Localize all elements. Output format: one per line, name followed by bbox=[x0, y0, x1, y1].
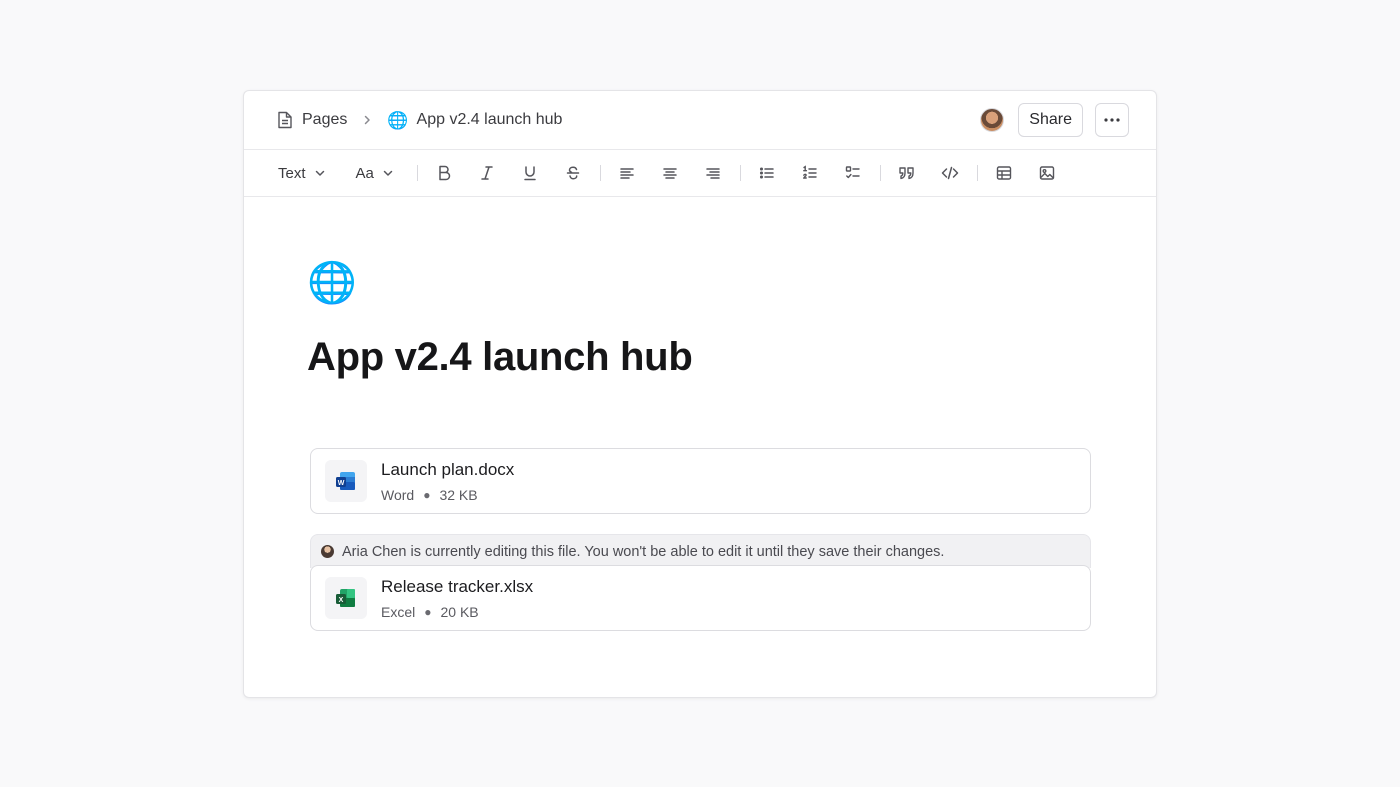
quote-button[interactable] bbox=[886, 158, 929, 188]
page-card: Pages 🌐 App v2.4 launch hub Share Text A… bbox=[243, 90, 1157, 698]
lock-notice-text: Aria Chen is currently editing this file… bbox=[342, 543, 945, 560]
file-type: Excel bbox=[381, 603, 416, 620]
file-card-word[interactable]: W Launch plan.docx Word ● 32 KB bbox=[310, 448, 1091, 514]
breadcrumb-pages[interactable]: Pages bbox=[276, 111, 347, 129]
file-size: 20 KB bbox=[440, 603, 479, 620]
table-icon bbox=[997, 166, 1012, 180]
numbered-list-icon bbox=[803, 165, 818, 179]
avatar[interactable] bbox=[980, 108, 1005, 132]
align-left-button[interactable] bbox=[606, 158, 649, 188]
chevron-down-icon bbox=[315, 170, 324, 176]
align-right-button[interactable] bbox=[692, 158, 735, 188]
avatar bbox=[321, 545, 334, 558]
bullet-list-icon bbox=[760, 167, 775, 179]
text-style-label: Text bbox=[278, 164, 306, 182]
file-meta: Word ● 32 KB bbox=[381, 487, 514, 503]
breadcrumb-page-label: App v2.4 launch hub bbox=[416, 111, 563, 128]
toolbar-divider bbox=[976, 165, 978, 181]
file-card-excel[interactable]: X Release tracker.xlsx Excel ● 20 KB bbox=[310, 565, 1091, 631]
underline-icon bbox=[524, 166, 537, 181]
formatting-toolbar: Text Aa bbox=[244, 150, 1156, 197]
file-meta: Excel ● 20 KB bbox=[381, 604, 533, 620]
page-header: Pages 🌐 App v2.4 launch hub Share bbox=[244, 91, 1156, 150]
code-button[interactable] bbox=[929, 158, 972, 188]
page-content: 🌐 App v2.4 launch hub bbox=[244, 197, 1156, 380]
word-icon: W bbox=[325, 460, 367, 502]
table-button[interactable] bbox=[983, 158, 1026, 188]
numbered-list-button[interactable] bbox=[789, 158, 832, 188]
more-button[interactable] bbox=[1095, 103, 1129, 137]
svg-text:W: W bbox=[338, 480, 345, 487]
chevron-down-icon bbox=[383, 170, 393, 176]
toolbar-divider bbox=[879, 165, 881, 181]
checklist-icon bbox=[846, 166, 861, 179]
svg-text:X: X bbox=[339, 597, 344, 604]
excel-icon: X bbox=[325, 577, 367, 619]
underline-button[interactable] bbox=[509, 158, 552, 188]
align-center-icon bbox=[663, 168, 678, 179]
file-name: Release tracker.xlsx bbox=[381, 576, 534, 596]
breadcrumb: Pages 🌐 App v2.4 launch hub bbox=[276, 111, 562, 129]
page-title[interactable]: App v2.4 launch hub bbox=[307, 335, 1156, 380]
more-horizontal-icon bbox=[1104, 118, 1120, 122]
bold-icon bbox=[439, 165, 451, 181]
quote-icon bbox=[899, 167, 915, 180]
image-icon bbox=[1040, 166, 1055, 180]
document-icon bbox=[276, 111, 294, 129]
file-info: Launch plan.docx Word ● 32 KB bbox=[381, 460, 514, 503]
page-emoji-globe-icon[interactable]: 🌐 bbox=[307, 263, 1156, 309]
share-button[interactable]: Share bbox=[1018, 103, 1083, 137]
toolbar-divider bbox=[416, 165, 418, 181]
globe-icon: 🌐 bbox=[387, 110, 409, 130]
strikethrough-button[interactable] bbox=[552, 158, 595, 188]
chevron-right-icon bbox=[361, 114, 373, 126]
font-size-dropdown[interactable]: Aa bbox=[356, 165, 394, 182]
align-center-button[interactable] bbox=[649, 158, 692, 188]
toolbar-divider bbox=[739, 165, 741, 181]
file-type: Word bbox=[381, 486, 415, 503]
toolbar-divider bbox=[599, 165, 601, 181]
file-name: Launch plan.docx bbox=[381, 459, 515, 479]
align-right-icon bbox=[706, 168, 721, 179]
code-icon bbox=[942, 166, 959, 180]
italic-icon bbox=[481, 166, 494, 180]
font-size-label: Aa bbox=[355, 164, 374, 182]
breadcrumb-current-page[interactable]: 🌐 App v2.4 launch hub bbox=[387, 111, 562, 129]
file-info: Release tracker.xlsx Excel ● 20 KB bbox=[381, 577, 533, 620]
italic-button[interactable] bbox=[466, 158, 509, 188]
image-button[interactable] bbox=[1026, 158, 1069, 188]
editing-lock-notice: Aria Chen is currently editing this file… bbox=[310, 534, 1091, 568]
separator-dot: ● bbox=[423, 487, 431, 502]
strikethrough-icon bbox=[567, 166, 580, 180]
checklist-button[interactable] bbox=[832, 158, 875, 188]
align-left-icon bbox=[620, 168, 635, 179]
text-style-dropdown[interactable]: Text bbox=[278, 165, 326, 182]
separator-dot: ● bbox=[424, 604, 432, 619]
bullet-list-button[interactable] bbox=[746, 158, 789, 188]
breadcrumb-pages-label: Pages bbox=[302, 111, 348, 128]
bold-button[interactable] bbox=[423, 158, 466, 188]
file-size: 32 KB bbox=[439, 486, 478, 503]
header-actions: Share bbox=[980, 103, 1129, 137]
